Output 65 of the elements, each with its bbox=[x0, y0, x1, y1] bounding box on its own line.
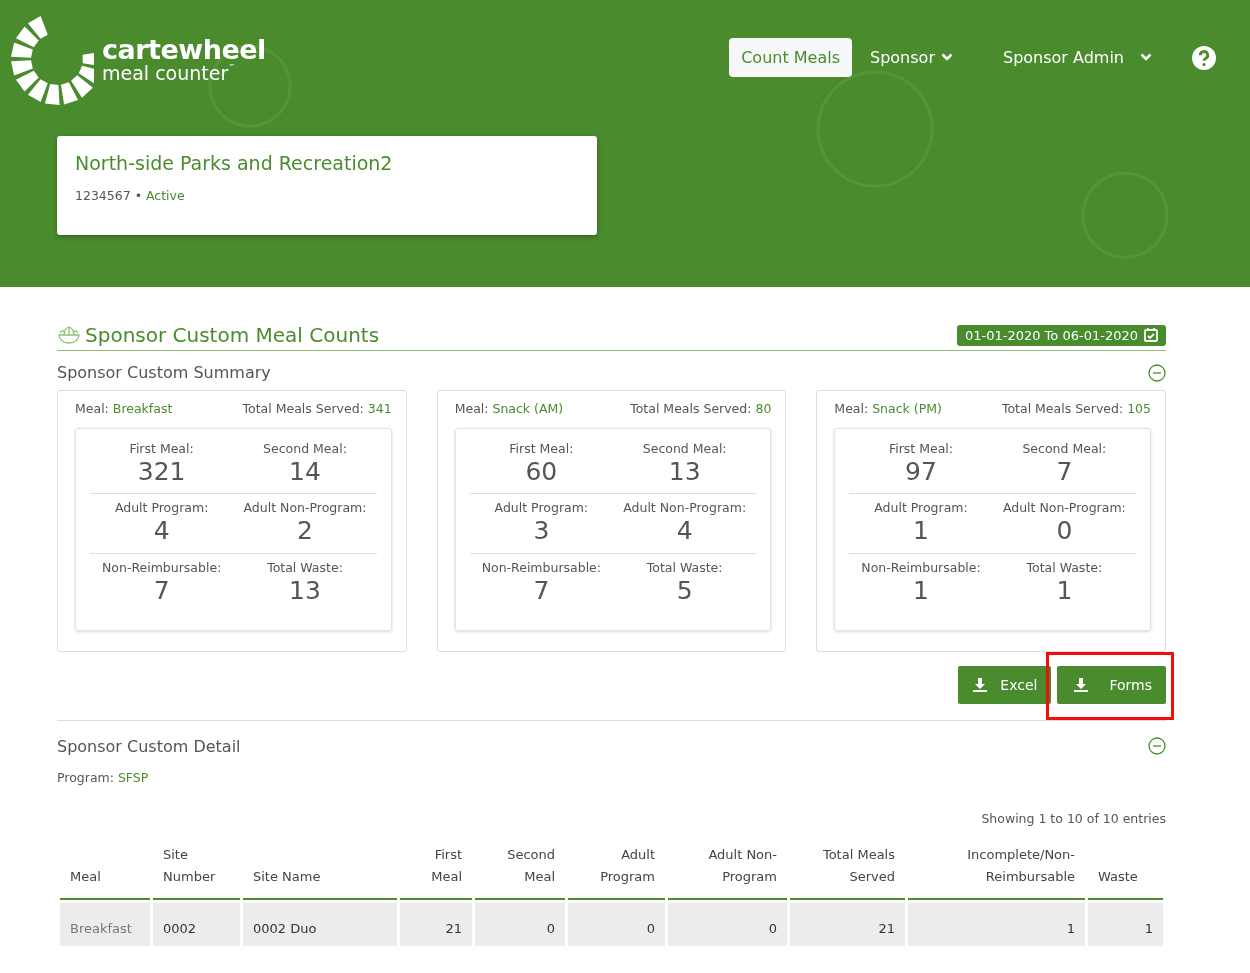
stat-value: 60 bbox=[525, 456, 558, 488]
stat-label: Total Waste: bbox=[646, 559, 723, 575]
meal-type: Meal: Snack (PM) bbox=[834, 401, 942, 416]
salad-bowl-icon bbox=[57, 325, 81, 345]
stat-value: 1 bbox=[913, 515, 929, 547]
stat-label: First Meal: bbox=[888, 441, 954, 456]
nav-tab[interactable]: Count Meals bbox=[729, 38, 852, 77]
stat-value: 3 bbox=[533, 515, 550, 547]
stat-label: Adult Non-Program: bbox=[1002, 500, 1126, 516]
stat-label: Non-Reimbursable: bbox=[101, 559, 222, 575]
detail-title: Sponsor Custom Detail bbox=[57, 736, 241, 756]
stat-label: Second Meal: bbox=[1022, 441, 1107, 456]
stat-value: 5 bbox=[676, 574, 693, 606]
stat-label: Adult Non-Program: bbox=[623, 500, 747, 516]
stat-value: 14 bbox=[289, 456, 321, 488]
collapse-icon[interactable] bbox=[1148, 363, 1166, 382]
chevron-down-icon bbox=[1140, 53, 1152, 62]
help-icon[interactable] bbox=[1192, 45, 1216, 70]
section-title: Sponsor Custom Meal Counts bbox=[85, 323, 380, 347]
stat-value: 7 bbox=[1056, 456, 1073, 488]
total-meals-served: Total Meals Served: 105 bbox=[1001, 401, 1151, 416]
stat-label: Adult Non-Program: bbox=[243, 500, 367, 516]
total-meals-served: Total Meals Served: 80 bbox=[630, 401, 772, 416]
stat-value: 4 bbox=[153, 515, 170, 547]
stat-value: 2 bbox=[297, 515, 313, 547]
stat-label: Non-Reimbursable: bbox=[861, 559, 981, 575]
export-button[interactable]: Excel bbox=[958, 665, 1052, 704]
stat-label: Total Waste: bbox=[267, 559, 343, 575]
brand-name: cartewheel bbox=[102, 35, 266, 63]
meal-type: Meal: Breakfast bbox=[75, 401, 173, 416]
stat-value: 7 bbox=[153, 574, 170, 606]
stat-value: 321 bbox=[137, 456, 186, 488]
sponsor-name: North-side Parks and Recreation2 bbox=[75, 152, 394, 174]
stat-label: Adult Program: bbox=[874, 500, 968, 516]
entries-info: Showing 1 to 10 of 10 entries bbox=[980, 810, 1166, 826]
stat-value: 7 bbox=[533, 574, 550, 606]
stat-label: Adult Program: bbox=[114, 500, 209, 516]
stat-label: Total Waste: bbox=[1026, 559, 1103, 575]
nav-tab[interactable]: Sponsor bbox=[858, 38, 965, 77]
stat-label: Second Meal: bbox=[642, 441, 727, 456]
chevron-down-icon bbox=[940, 53, 953, 62]
export-button[interactable]: Forms bbox=[1057, 665, 1166, 704]
date-range-button[interactable]: 01-01-2020 To 06-01-2020 bbox=[956, 324, 1166, 346]
stat-value: 1 bbox=[913, 574, 929, 606]
nav-tab[interactable]: Sponsor Admin bbox=[990, 38, 1164, 77]
collapse-icon[interactable] bbox=[1148, 737, 1166, 756]
meal-type: Meal: Snack (AM) bbox=[454, 401, 564, 416]
stat-label: Adult Program: bbox=[494, 500, 589, 516]
stat-value: 0 bbox=[1056, 515, 1073, 547]
download-icon bbox=[972, 676, 989, 693]
stat-value: 1 bbox=[1056, 574, 1073, 606]
stat-label: First Meal: bbox=[509, 441, 574, 456]
download-icon bbox=[1073, 676, 1090, 693]
stat-value: 13 bbox=[668, 456, 701, 488]
program-label: Program: SFSP bbox=[57, 769, 150, 785]
summary-title: Sponsor Custom Summary bbox=[57, 363, 271, 382]
stat-value: 97 bbox=[905, 456, 937, 488]
total-meals-served: Total Meals Served: 341 bbox=[242, 401, 392, 416]
stat-value: 13 bbox=[289, 574, 321, 606]
calendar-icon bbox=[1144, 328, 1158, 342]
sponsor-id-status: 1234567 • Active bbox=[75, 188, 186, 203]
stat-label: Non-Reimbursable: bbox=[481, 559, 601, 575]
stat-label: Second Meal: bbox=[263, 441, 347, 456]
stat-label: First Meal: bbox=[129, 441, 194, 456]
stat-value: 4 bbox=[676, 515, 693, 547]
